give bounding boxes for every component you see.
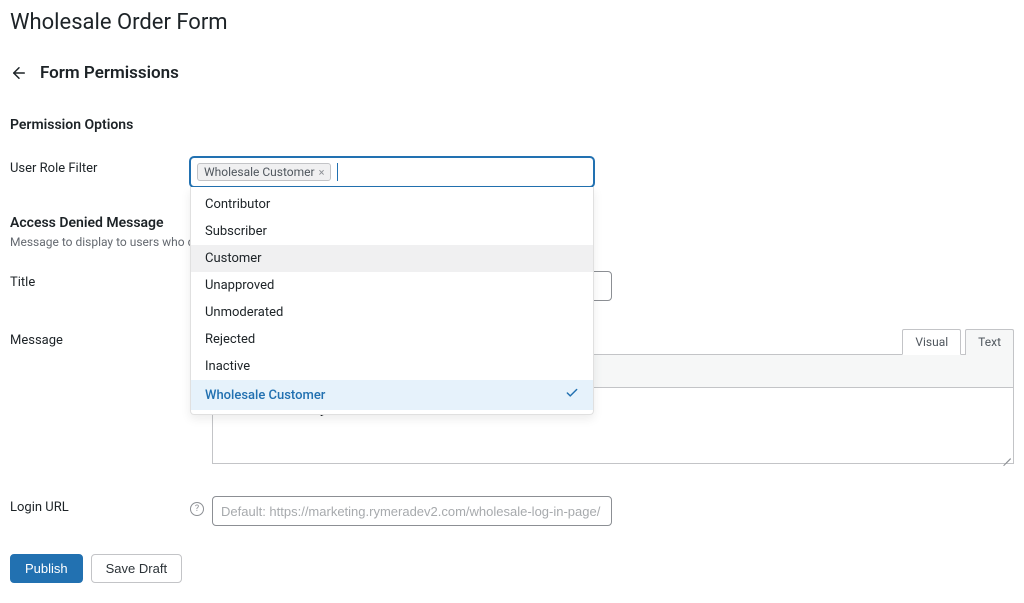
tag-wholesale-customer: Wholesale Customer ×	[197, 163, 331, 181]
row-login-url: Login URL ?	[10, 496, 1014, 526]
dropdown-item[interactable]: Subscriber	[191, 218, 593, 245]
dropdown-item-label: Rejected	[205, 332, 255, 347]
tag-label: Wholesale Customer	[204, 165, 315, 179]
label-login-url: Login URL	[10, 500, 190, 515]
row-user-role-filter: User Role Filter Wholesale Customer × Co…	[10, 157, 1014, 187]
dropdown-item-label: Wholesale Customer	[205, 388, 325, 403]
publish-button[interactable]: Publish	[10, 554, 83, 583]
back-arrow-icon[interactable]	[10, 64, 28, 82]
check-icon	[565, 386, 579, 404]
text-cursor	[337, 163, 338, 181]
dropdown-item-label: Subscriber	[205, 224, 267, 239]
resize-handle-icon[interactable]	[1001, 451, 1011, 461]
subheader: Form Permissions	[10, 63, 1014, 83]
dropdown-item[interactable]: Wholesale Customer	[191, 380, 593, 410]
subheader-title: Form Permissions	[40, 63, 179, 83]
dropdown-item[interactable]: Customer	[191, 245, 593, 272]
label-title: Title	[10, 275, 190, 290]
dropdown-item-label: Customer	[205, 251, 262, 266]
dropdown-item-label: Unapproved	[205, 278, 274, 293]
user-role-filter-input[interactable]: Wholesale Customer ×	[190, 157, 594, 187]
tab-text[interactable]: Text	[965, 329, 1014, 355]
dropdown-item-label: Contributor	[205, 197, 270, 212]
dropdown-item-label: Unmoderated	[205, 305, 283, 320]
save-draft-button[interactable]: Save Draft	[91, 554, 182, 583]
login-url-input[interactable]	[212, 496, 612, 526]
page-title: Wholesale Order Form	[10, 10, 1014, 35]
tag-remove-icon[interactable]: ×	[319, 167, 325, 178]
section-heading-permission-options: Permission Options	[10, 117, 1014, 133]
help-icon[interactable]: ?	[190, 502, 204, 516]
label-user-role-filter: User Role Filter	[10, 161, 190, 176]
dropdown-item[interactable]: Inactive	[191, 353, 593, 380]
dropdown-item-label: Inactive	[205, 359, 250, 374]
label-message: Message	[10, 333, 190, 348]
button-row: Publish Save Draft	[10, 554, 1014, 583]
dropdown-item[interactable]: Unmoderated	[191, 299, 593, 326]
dropdown-item[interactable]: Unapproved	[191, 272, 593, 299]
dropdown-item[interactable]: Contributor	[191, 191, 593, 218]
dropdown-item[interactable]: Rejected	[191, 326, 593, 353]
tab-visual[interactable]: Visual	[902, 329, 961, 355]
user-role-dropdown: Contributor Subscriber Customer Unapproved U…	[190, 187, 594, 415]
